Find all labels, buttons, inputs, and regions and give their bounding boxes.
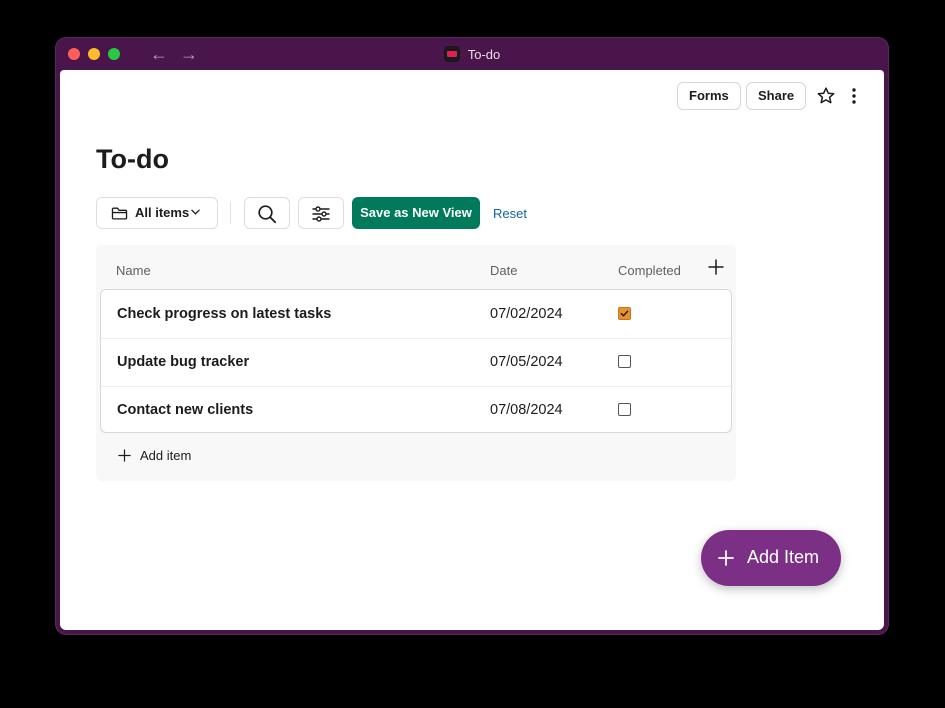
checkmark-icon bbox=[620, 309, 629, 318]
column-header-completed[interactable]: Completed bbox=[618, 263, 681, 278]
filter-icon bbox=[311, 204, 331, 224]
title-bar: ← → To-do bbox=[56, 38, 888, 70]
main-content: Forms Share To-do All items bbox=[60, 70, 884, 630]
add-item-fab-label: Add Item bbox=[747, 547, 819, 568]
plus-icon bbox=[118, 449, 131, 462]
row-name[interactable]: Update bug tracker bbox=[117, 354, 249, 370]
plus-icon bbox=[718, 550, 734, 566]
app-logo-icon bbox=[444, 46, 460, 62]
page-title: To-do bbox=[96, 144, 169, 175]
table-row[interactable]: Contact new clients 07/08/2024 bbox=[101, 386, 731, 433]
filter-button[interactable] bbox=[298, 197, 344, 229]
add-item-fab[interactable]: Add Item bbox=[701, 530, 841, 586]
table-rows: Check progress on latest tasks 07/02/202… bbox=[100, 289, 732, 433]
save-as-new-view-button[interactable]: Save as New View bbox=[352, 197, 480, 229]
row-date[interactable]: 07/02/2024 bbox=[490, 306, 563, 322]
row-name[interactable]: Check progress on latest tasks bbox=[117, 306, 331, 322]
table-row[interactable]: Update bug tracker 07/05/2024 bbox=[101, 338, 731, 387]
completed-checkbox[interactable] bbox=[618, 355, 631, 368]
share-button[interactable]: Share bbox=[746, 82, 806, 110]
add-column-icon[interactable] bbox=[708, 259, 724, 275]
reset-link[interactable]: Reset bbox=[493, 206, 527, 221]
window-title-wrap: To-do bbox=[56, 46, 888, 62]
table-row[interactable]: Check progress on latest tasks 07/02/202… bbox=[101, 290, 731, 339]
row-date[interactable]: 07/08/2024 bbox=[490, 402, 563, 418]
toolbar-divider bbox=[230, 202, 231, 224]
view-selector[interactable]: All items bbox=[96, 197, 218, 229]
row-date[interactable]: 07/05/2024 bbox=[490, 354, 563, 370]
todo-table: Name Date Completed Check progress on la… bbox=[96, 245, 736, 481]
window-title: To-do bbox=[468, 47, 501, 62]
star-icon[interactable] bbox=[816, 86, 836, 106]
completed-checkbox[interactable] bbox=[618, 403, 631, 416]
folder-icon bbox=[111, 206, 128, 221]
view-selector-label: All items bbox=[135, 198, 189, 228]
completed-checkbox[interactable] bbox=[618, 307, 631, 320]
column-header-date[interactable]: Date bbox=[490, 263, 517, 278]
search-button[interactable] bbox=[244, 197, 290, 229]
add-item-row-label: Add item bbox=[140, 448, 191, 463]
column-header-name[interactable]: Name bbox=[116, 263, 151, 278]
search-icon bbox=[257, 204, 277, 224]
row-name[interactable]: Contact new clients bbox=[117, 402, 253, 418]
chevron-down-icon bbox=[191, 209, 200, 215]
app-window: ← → To-do Forms Share To-do All items bbox=[56, 38, 888, 634]
more-vertical-icon[interactable] bbox=[846, 86, 862, 106]
forms-button[interactable]: Forms bbox=[677, 82, 741, 110]
